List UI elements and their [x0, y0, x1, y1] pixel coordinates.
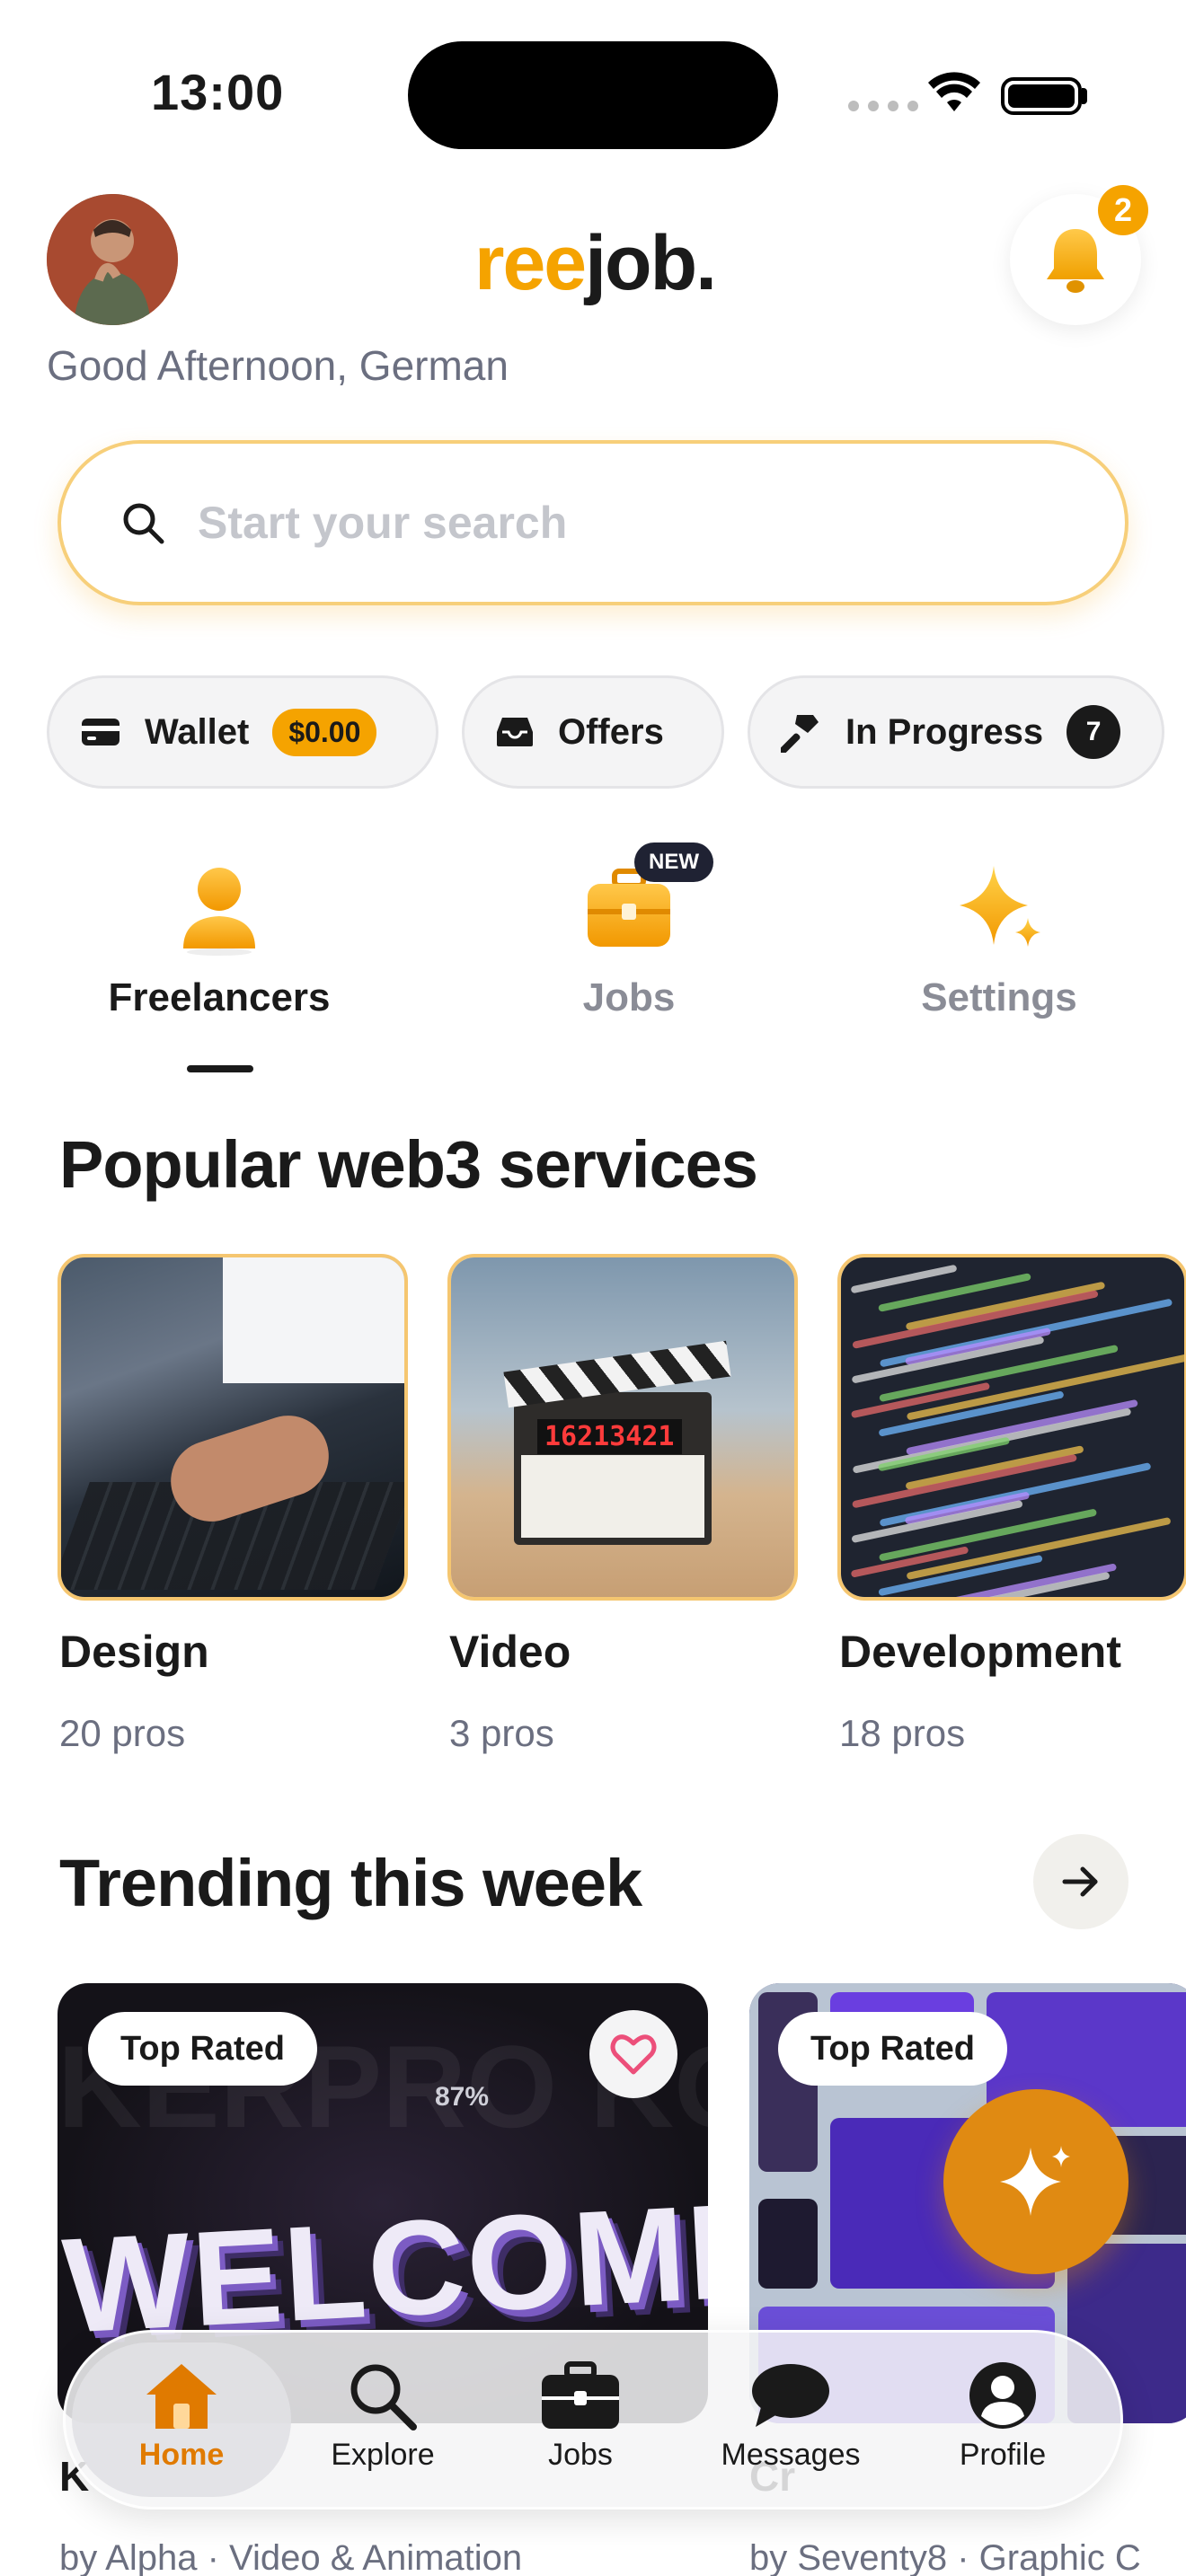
tab-settings-label: Settings [921, 975, 1077, 1019]
service-card-design-image[interactable] [58, 1254, 408, 1601]
person-icon [183, 868, 255, 956]
tab-jobs[interactable]: Jobs [494, 862, 764, 1020]
logo-part-ree: ree [474, 220, 587, 306]
battery-icon [1001, 77, 1082, 115]
hammer-icon [781, 715, 819, 753]
status-time: 13:00 [151, 64, 285, 120]
top-rated-badge: Top Rated [778, 2012, 1007, 2086]
battery-cap [1082, 88, 1087, 104]
app-logo: reejob. [474, 219, 717, 308]
card-stat: 87% [435, 2082, 490, 2112]
search-input[interactable] [198, 497, 1006, 549]
code-line [850, 1264, 958, 1294]
search-icon [350, 2364, 417, 2430]
popular-section-title: Popular web3 services [59, 1127, 758, 1202]
inbox-icon [497, 718, 533, 746]
nav-messages-label: Messages [721, 2438, 861, 2472]
sparkle-icon [1000, 2146, 1070, 2216]
top-rated-badge: Top Rated [88, 2012, 317, 2086]
chat-bubble-icon [752, 2364, 829, 2427]
home-icon [146, 2364, 217, 2429]
wallet-chip[interactable]: Wallet $0.00 [47, 675, 438, 789]
tab-freelancers-label: Freelancers [108, 975, 331, 1019]
nav-profile[interactable]: Profile [904, 2360, 1102, 2473]
search-bar[interactable] [58, 440, 1128, 605]
service-title[interactable]: Design [59, 1626, 209, 1678]
tab-settings[interactable]: Settings [864, 862, 1134, 1020]
notification-badge: 2 [1098, 185, 1148, 235]
briefcase-icon [542, 2361, 619, 2429]
wallet-label: Wallet [145, 711, 250, 752]
tab-freelancers[interactable]: Freelancers [84, 862, 354, 1020]
heart-icon [610, 2034, 657, 2075]
avatar[interactable] [47, 194, 178, 325]
dynamic-island [408, 41, 778, 149]
service-title[interactable]: Video [449, 1626, 571, 1678]
profile-icon [969, 2362, 1036, 2429]
wallet-icon [82, 719, 119, 745]
service-card-development-image[interactable] [837, 1254, 1186, 1601]
in-progress-label: In Progress [845, 711, 1044, 752]
trending-card-byline: by Alpha · Video & Animation [59, 2538, 523, 2576]
nav-explore-label: Explore [331, 2438, 435, 2472]
offers-chip[interactable]: Offers [462, 675, 724, 789]
logo-part-job: job. [585, 220, 717, 306]
favorite-button[interactable] [589, 2010, 677, 2098]
nav-messages[interactable]: Messages [692, 2360, 890, 2473]
trending-card-byline: by Seventy8 · Graphic C [749, 2538, 1141, 2576]
in-progress-count: 7 [1067, 705, 1121, 759]
service-title[interactable]: Development [839, 1626, 1121, 1678]
offers-label: Offers [558, 711, 664, 752]
trending-section-title: Trending this week [59, 1846, 642, 1920]
nav-home[interactable]: Home [83, 2360, 280, 2473]
service-card-video-image[interactable]: 16213421 [447, 1254, 798, 1601]
new-badge: NEW [634, 842, 713, 882]
nav-jobs[interactable]: Jobs [482, 2360, 679, 2473]
ai-assistant-button[interactable] [943, 2089, 1128, 2274]
wallet-balance: $0.00 [272, 708, 377, 756]
signal-icon [848, 101, 918, 111]
wifi-icon [928, 72, 980, 111]
in-progress-chip[interactable]: In Progress 7 [748, 675, 1164, 789]
nav-profile-label: Profile [959, 2438, 1047, 2472]
trending-see-all-button[interactable] [1033, 1834, 1128, 1929]
service-count: 18 pros [839, 1712, 966, 1754]
sparkle-icon [960, 866, 1040, 947]
arrow-right-icon [1062, 1866, 1098, 1897]
search-icon [123, 503, 164, 544]
nav-explore[interactable]: Explore [284, 2360, 482, 2473]
greeting-text: Good Afternoon, German [47, 342, 509, 389]
nav-home-label: Home [138, 2438, 225, 2472]
bell-icon [1047, 229, 1104, 293]
nav-jobs-label: Jobs [548, 2438, 613, 2472]
active-tab-indicator [187, 1065, 253, 1072]
service-count: 20 pros [59, 1712, 186, 1754]
tab-jobs-label: Jobs [582, 975, 676, 1019]
service-count: 3 pros [449, 1712, 554, 1754]
